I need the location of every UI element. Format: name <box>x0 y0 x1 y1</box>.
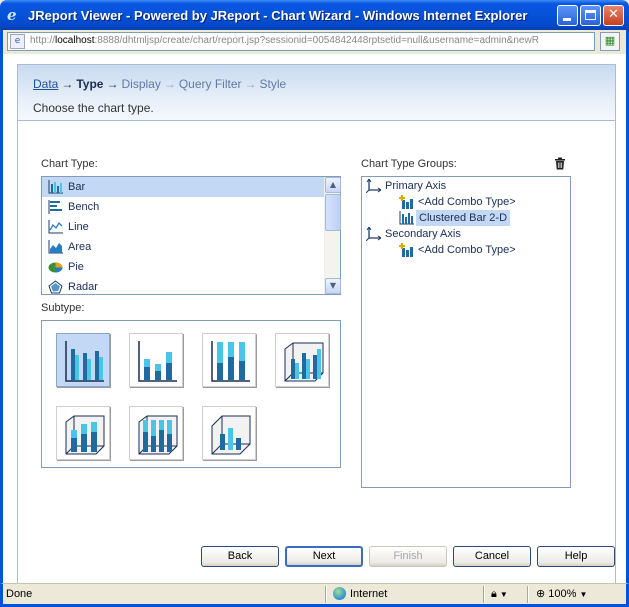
maximize-button[interactable] <box>580 5 601 26</box>
trash-icon[interactable] <box>554 157 566 170</box>
dropdown-arrow-icon: ▼ <box>499 590 508 599</box>
step-arrow-icon: → <box>106 77 119 91</box>
line-chart-icon <box>48 220 63 234</box>
chart-type-item-bench[interactable]: Bench <box>42 197 340 217</box>
step-style: Style <box>259 77 287 91</box>
chart-type-item-bar[interactable]: Bar <box>42 177 340 197</box>
pie-chart-icon <box>48 262 63 273</box>
chart-type-scrollbar[interactable]: ▲ ▼ <box>324 177 341 294</box>
window-title: JReport Viewer - Powered by JReport - Ch… <box>28 8 528 23</box>
bench-chart-icon <box>48 200 62 214</box>
chart-type-label: Chart Type: <box>41 158 98 170</box>
subtype-stacked-bar-3d[interactable] <box>56 406 110 460</box>
wizard-steps: Data → Type → Display → Query Filter → Style <box>33 77 286 91</box>
chart-wizard-panel: Data → Type → Display → Query Filter → Style Cho… <box>17 64 616 591</box>
status-divider <box>325 586 327 603</box>
address-url: http://localhost:8888/dhtmljsp/create/ch… <box>30 35 539 46</box>
chart-type-item-radar[interactable]: Radar <box>42 277 340 297</box>
step-data[interactable]: Data <box>33 77 58 91</box>
subtype-percent-stacked-bar-2d[interactable] <box>202 333 256 387</box>
step-arrow-icon: → <box>244 77 257 91</box>
step-type: Type <box>76 77 104 91</box>
chart-type-list[interactable]: Bar Bench Line Area Pie Radar ▲ ▼ <box>41 176 341 295</box>
add-combo-type-icon <box>399 243 413 257</box>
stacked-bar-2d-icon <box>138 341 177 382</box>
chart-type-item-label: Area <box>68 241 92 253</box>
add-combo-type-icon <box>399 195 413 209</box>
finish-button[interactable]: Finish <box>369 546 447 567</box>
chart-type-item-line[interactable]: Line <box>42 217 340 237</box>
close-icon: ✕ <box>608 7 619 22</box>
percent-stacked-bar-2d-icon <box>211 341 250 382</box>
axis-icon <box>366 227 381 241</box>
ie-logo-icon: e <box>7 6 17 24</box>
address-field[interactable]: e http://localhost:8888/dhtmljsp/create/… <box>7 32 595 51</box>
protected-mode-menu[interactable]: 🔒︎ ▼ <box>491 586 508 603</box>
deep-bar-3d-icon <box>211 415 251 455</box>
status-divider <box>483 586 485 603</box>
bar-chart-icon <box>399 211 414 225</box>
dropdown-arrow-icon: ▼ <box>579 590 588 599</box>
chart-type-groups-label: Chart Type Groups: <box>361 158 457 170</box>
minimize-icon <box>563 18 571 21</box>
status-bar: Done Internet 🔒︎ ▼ ⊕ 100% ▼ <box>0 583 629 607</box>
chevron-up-icon: ▲ <box>329 180 337 189</box>
subtype-deep-bar-3d[interactable] <box>202 406 256 460</box>
back-button[interactable]: Back <box>201 546 279 567</box>
scroll-up-button[interactable]: ▲ <box>325 177 341 193</box>
zoom-control[interactable]: ⊕ 100% ▼ <box>536 586 587 603</box>
subtype-clustered-bar-2d[interactable] <box>56 333 110 387</box>
compatibility-view-button[interactable]: ▦ <box>600 32 620 51</box>
subtype-panel <box>41 320 341 468</box>
chart-type-item-label: Bar <box>68 181 86 193</box>
chart-type-item-area[interactable]: Area <box>42 237 340 257</box>
address-bar: e http://localhost:8888/dhtmljsp/create/… <box>0 30 629 54</box>
axis-icon <box>366 179 381 193</box>
step-arrow-icon: → <box>163 77 176 91</box>
chart-type-item-label: Line <box>68 221 89 233</box>
radar-chart-icon <box>48 280 63 294</box>
browser-content: Data → Type → Display → Query Filter → Style Cho… <box>0 54 629 591</box>
chevron-down-icon: ▼ <box>329 281 337 290</box>
subtype-stacked-bar-2d[interactable] <box>129 333 183 387</box>
chart-type-item-pie[interactable]: Pie <box>42 257 340 277</box>
globe-icon <box>333 587 346 600</box>
area-chart-icon <box>48 240 63 254</box>
step-query-filter: Query Filter <box>178 77 242 91</box>
minimize-button[interactable] <box>557 5 578 26</box>
subtype-label: Subtype: <box>41 302 85 314</box>
subtype-clustered-bar-3d[interactable] <box>275 333 329 387</box>
status-divider <box>527 586 529 603</box>
scroll-down-button[interactable]: ▼ <box>325 278 341 294</box>
close-button[interactable]: ✕ <box>603 5 624 26</box>
step-display: Display <box>121 77 161 91</box>
clustered-bar-2d-icon <box>65 341 104 382</box>
subtype-percent-stacked-bar-3d[interactable] <box>129 406 183 460</box>
stacked-bar-3d-icon <box>65 415 105 455</box>
next-button[interactable]: Next <box>285 546 363 567</box>
status-text: Done <box>6 588 33 600</box>
clustered-bar-3d-icon <box>284 342 324 382</box>
maximize-icon <box>585 10 596 20</box>
cancel-button[interactable]: Cancel <box>453 546 531 567</box>
percent-stacked-bar-3d-icon <box>138 415 178 455</box>
chart-type-item-label: Radar <box>68 281 98 293</box>
chart-type-groups-tree[interactable]: Primary Axis <Add Combo Type> Clustered … <box>361 176 571 488</box>
zoom-icon: ⊕ <box>536 588 546 600</box>
wizard-instruction: Choose the chart type. <box>33 101 154 115</box>
window-titlebar: e JReport Viewer - Powered by JReport - … <box>0 0 629 30</box>
page-icon: e <box>10 34 25 49</box>
step-arrow-icon: → <box>61 77 74 91</box>
lock-icon: 🔒︎ <box>491 588 497 600</box>
scroll-thumb[interactable] <box>325 194 341 231</box>
compatibility-icon: ▦ <box>604 34 616 47</box>
chart-type-item-label: Pie <box>68 261 84 273</box>
wizard-header: Data → Type → Display → Query Filter → Style Cho… <box>18 65 615 121</box>
security-zone[interactable]: Internet <box>333 586 387 603</box>
chart-type-item-label: Bench <box>68 201 100 213</box>
bar-chart-icon <box>48 180 63 194</box>
help-button[interactable]: Help <box>537 546 615 567</box>
